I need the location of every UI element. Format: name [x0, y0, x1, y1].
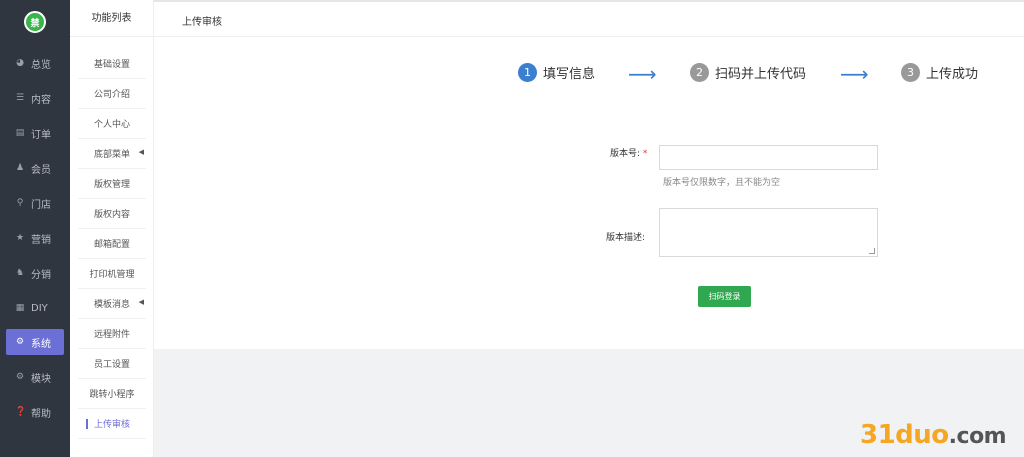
nav-item-label: 模块 — [31, 373, 51, 385]
sub-item-label: 公司介绍 — [93, 90, 130, 100]
caret-left-icon: ◀ — [138, 148, 144, 156]
description-textarea[interactable] — [659, 208, 878, 257]
sub-item-4[interactable]: 版权管理 — [78, 169, 146, 199]
nav-item-label: 帮助 — [31, 408, 51, 420]
sub-item-label: 个人中心 — [93, 120, 130, 130]
description-label: 版本描述: — [606, 233, 646, 243]
arrow-right-icon: ⟶ — [628, 62, 657, 86]
sub-item-2[interactable]: 个人中心 — [78, 109, 146, 139]
sub-item-label: 邮箱配置 — [93, 240, 130, 250]
sub-item-label: 版权内容 — [93, 210, 130, 220]
sub-item-8[interactable]: 模板消息 ◀ — [78, 289, 146, 319]
page-header: 上传审核 — [154, 0, 1024, 37]
nav-item-label: 订单 — [31, 129, 51, 141]
nav-item-label: 门店 — [31, 199, 51, 211]
required-mark: * — [642, 149, 648, 159]
nav-item-label: 系统 — [31, 338, 51, 350]
version-input[interactable] — [659, 145, 878, 170]
sub-item-label: 底部菜单 — [93, 150, 130, 160]
layout-icon: ▦ — [15, 303, 25, 313]
caret-left-icon: ◀ — [138, 298, 144, 306]
arrow-right-icon: ⟶ — [840, 62, 869, 86]
step-label: 上传成功 — [926, 66, 979, 82]
nav-item-7[interactable]: ▦ DIY — [0, 295, 70, 321]
nav-item-0[interactable]: ◕ 总览 — [0, 50, 70, 76]
nav-item-label: DIY — [31, 302, 48, 314]
sub-item-12[interactable]: 上传审核 — [78, 409, 146, 439]
sub-item-label: 跳转小程序 — [89, 390, 135, 400]
watermark: 31duo.com — [860, 420, 1007, 450]
nav-item-5[interactable]: ★ 营销 — [0, 225, 70, 251]
users-icon: ♞ — [15, 268, 25, 278]
sub-item-5[interactable]: 版权内容 — [78, 199, 146, 229]
nav-item-label: 分销 — [31, 269, 51, 281]
scan-login-button[interactable]: 扫码登录 — [698, 286, 751, 307]
sub-item-label: 基础设置 — [93, 60, 130, 70]
sub-item-label: 员工设置 — [93, 360, 130, 370]
nav-item-label: 营销 — [31, 234, 51, 246]
resize-handle-icon[interactable] — [869, 248, 875, 254]
nav-item-4[interactable]: ⚲ 门店 — [0, 190, 70, 216]
gear-icon: ⚙ — [15, 372, 25, 382]
sub-item-9[interactable]: 远程附件 — [78, 319, 146, 349]
sub-item-label: 模板消息 — [93, 300, 130, 310]
logo[interactable]: 禁 — [24, 11, 46, 33]
sub-item-label: 远程附件 — [93, 330, 130, 340]
gear-icon: ⚙ — [15, 337, 25, 347]
pie-chart-icon: ◕ — [16, 58, 24, 68]
step-number: 1 — [518, 62, 537, 82]
location-icon: ⚲ — [16, 198, 24, 208]
step-number: 2 — [690, 62, 709, 82]
sub-item-7[interactable]: 打印机管理 — [78, 259, 146, 289]
nav-item-3[interactable]: ♟ 会员 — [0, 155, 70, 181]
sub-item-11[interactable]: 跳转小程序 — [78, 379, 146, 409]
help-icon: ❓ — [15, 407, 27, 417]
sub-item-label: 打印机管理 — [89, 270, 135, 280]
content-area — [154, 37, 1024, 349]
step-2: 2 扫码并上传代码 — [690, 61, 806, 83]
sub-item-10[interactable]: 员工设置 — [78, 349, 146, 379]
version-hint: 版本号仅限数字，且不能为空 — [663, 178, 781, 188]
sub-item-3[interactable]: 底部菜单 ◀ — [78, 139, 146, 169]
function-menu-title: 功能列表 — [70, 0, 153, 37]
function-menu: 功能列表 基础设置公司介绍个人中心底部菜单 ◀ 版权管理版权内容邮箱配置打印机管理模… — [70, 0, 154, 457]
nav-item-label: 总览 — [31, 59, 51, 71]
list-icon: ☰ — [15, 93, 25, 103]
nav-item-label: 会员 — [31, 164, 51, 176]
step-label: 扫码并上传代码 — [715, 66, 807, 82]
nav-item-8[interactable]: ⚙ 系统 — [6, 329, 64, 355]
page-title: 上传审核 — [182, 17, 222, 28]
main-nav: 禁 ◕ 总览 ☰ 内容 ▤ 订单 ♟ 会员 ⚲ 门店 ★ 营销 ♞ 分销 ▦ DIY ⚙ 系统 ⚙ 模块 ❓ 帮助 — [0, 0, 70, 457]
sub-item-label: 上传审核 — [94, 420, 131, 430]
step-1: 1 填写信息 — [518, 61, 595, 83]
sub-item-label: 版权管理 — [93, 180, 130, 190]
nav-item-2[interactable]: ▤ 订单 — [0, 120, 70, 146]
nav-item-6[interactable]: ♞ 分销 — [0, 260, 70, 286]
nav-item-1[interactable]: ☰ 内容 — [0, 85, 70, 111]
nav-item-9[interactable]: ⚙ 模块 — [0, 364, 70, 390]
step-label: 填写信息 — [543, 66, 596, 82]
star-icon: ★ — [15, 233, 25, 243]
sub-item-6[interactable]: 邮箱配置 — [78, 229, 146, 259]
nav-item-label: 内容 — [31, 94, 51, 106]
version-label: 版本号: * — [610, 149, 648, 159]
user-icon: ♟ — [15, 163, 25, 173]
nav-item-10[interactable]: ❓ 帮助 — [0, 399, 70, 425]
step-number: 3 — [901, 62, 920, 82]
order-icon: ▤ — [15, 128, 25, 138]
step-3: 3 上传成功 — [901, 61, 978, 83]
sub-item-1[interactable]: 公司介绍 — [78, 79, 146, 109]
sub-item-0[interactable]: 基础设置 — [78, 49, 146, 79]
